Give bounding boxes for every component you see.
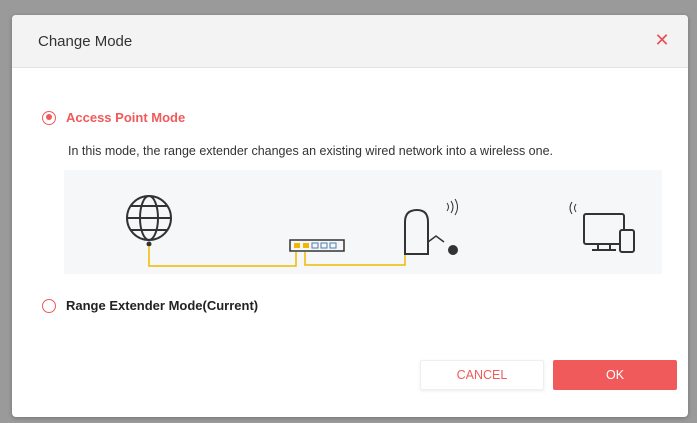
cancel-button[interactable]: CANCEL bbox=[420, 360, 544, 390]
diagram-svg bbox=[126, 195, 635, 267]
access-point-diagram bbox=[64, 170, 662, 274]
range-extender-mode-label: Range Extender Mode(Current) bbox=[66, 298, 259, 313]
switch-icon bbox=[289, 239, 345, 252]
access-point-mode-option[interactable]: Access Point Mode bbox=[42, 110, 185, 125]
ok-button[interactable]: OK bbox=[553, 360, 677, 390]
cable-switch-extender bbox=[304, 252, 406, 266]
wifi-signal-icon bbox=[446, 198, 458, 216]
wifi-signal-icon bbox=[569, 201, 577, 215]
access-point-radio[interactable] bbox=[42, 110, 56, 125]
dialog-header: Change Mode ✕ bbox=[12, 15, 688, 68]
cable-globe-switch bbox=[148, 246, 297, 267]
extender-plug bbox=[427, 235, 445, 243]
range-extender-mode-option[interactable]: Range Extender Mode(Current) bbox=[42, 298, 258, 313]
close-icon[interactable]: ✕ bbox=[652, 30, 672, 50]
user-badge-icon bbox=[448, 245, 458, 255]
access-point-description: In this mode, the range extender changes… bbox=[68, 144, 553, 158]
range-extender-radio[interactable] bbox=[42, 298, 56, 313]
access-point-mode-label: Access Point Mode bbox=[66, 110, 186, 125]
change-mode-dialog: Change Mode ✕ Access Point Mode In this … bbox=[12, 15, 688, 417]
devices-icon bbox=[583, 213, 635, 253]
globe-port-dot bbox=[146, 241, 152, 247]
globe-icon bbox=[126, 195, 172, 241]
dialog-title: Change Mode bbox=[38, 33, 133, 50]
extender-icon bbox=[404, 208, 429, 255]
